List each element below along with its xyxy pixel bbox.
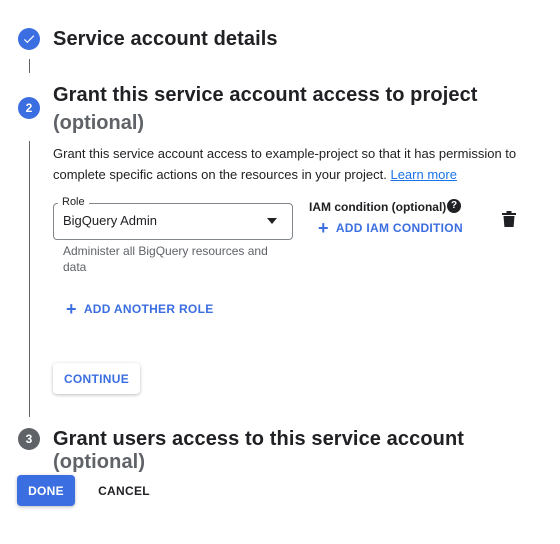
iam-condition-label: IAM condition (optional)	[309, 200, 447, 214]
step-3-number: 3	[18, 428, 40, 450]
step-2-title: Grant this service account access to pro…	[53, 84, 478, 106]
step-1-completed-icon	[18, 28, 40, 50]
step-3-optional-label: (optional)	[53, 451, 146, 473]
plus-icon: +	[318, 218, 329, 238]
add-another-role-button[interactable]: + ADD ANOTHER ROLE	[66, 299, 214, 319]
step-3-title-text: Grant users access to this service accou…	[53, 428, 465, 450]
step-2-number: 2	[18, 97, 40, 119]
dropdown-arrow-icon[interactable]	[267, 218, 277, 224]
cancel-button[interactable]: CANCEL	[93, 475, 155, 506]
learn-more-link[interactable]: Learn more	[390, 167, 456, 182]
step-1-title[interactable]: Service account details	[53, 28, 278, 51]
continue-button[interactable]: CONTINUE	[53, 363, 140, 394]
delete-trash-icon[interactable]	[502, 211, 516, 227]
add-another-role-label: ADD ANOTHER ROLE	[83, 302, 214, 316]
plus-icon: +	[66, 299, 77, 319]
help-icon[interactable]: ?	[447, 199, 461, 213]
done-button[interactable]: DONE	[17, 475, 75, 506]
step-connector	[29, 59, 30, 73]
checkmark-icon	[23, 35, 35, 44]
role-field-label: Role	[58, 196, 89, 208]
role-selected-value[interactable]: BigQuery Admin	[63, 213, 157, 228]
add-iam-condition-button[interactable]: + ADD IAM CONDITION	[318, 218, 463, 238]
step-2-optional-label: (optional)	[53, 112, 145, 134]
step-3-title[interactable]: Grant users access to this service accou…	[53, 428, 560, 474]
step-connector	[29, 141, 30, 417]
step-2-description: Grant this service account access to exa…	[53, 143, 533, 185]
role-helper-text: Administer all BigQuery resources and da…	[63, 244, 268, 274]
add-iam-condition-label: ADD IAM CONDITION	[335, 221, 463, 235]
